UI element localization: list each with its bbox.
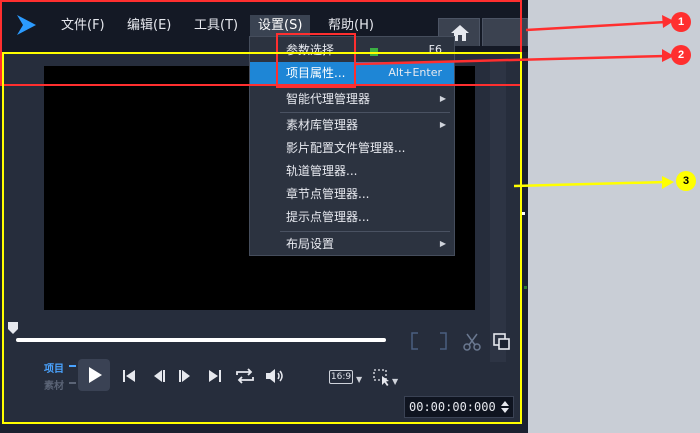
- resize-marker: [524, 286, 527, 289]
- annotation-badge-1: 1: [671, 12, 691, 32]
- annotation-badge-3: 3: [676, 171, 696, 191]
- resize-marker: [522, 212, 525, 215]
- annotation-badge-2: 2: [671, 45, 691, 65]
- annotation-box-3: [2, 52, 522, 424]
